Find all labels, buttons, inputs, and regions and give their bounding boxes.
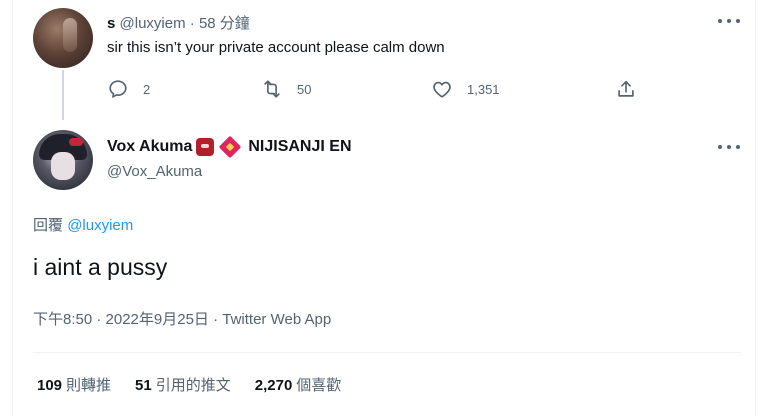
like-button[interactable]: 1,351 bbox=[431, 78, 500, 100]
tweet2-display-name[interactable]: Vox Akuma bbox=[107, 138, 192, 156]
thread-line bbox=[62, 70, 64, 120]
quotes-stat-count: 51 bbox=[135, 377, 152, 394]
avatar-vox-akuma[interactable] bbox=[33, 130, 93, 190]
tweet-panel bbox=[12, 0, 756, 416]
retweets-stat[interactable]: 109 則轉推 bbox=[37, 374, 111, 395]
tweet1-display-name[interactable]: s bbox=[107, 15, 115, 32]
share-icon bbox=[618, 80, 634, 97]
more-icon[interactable] bbox=[718, 142, 740, 152]
tweet2-author: Vox Akuma NIJISANJI EN bbox=[107, 135, 352, 159]
tweet1-time[interactable]: 58 分鐘 bbox=[199, 15, 250, 32]
reply-button[interactable]: 2 bbox=[107, 78, 150, 100]
retweets-stat-count: 109 bbox=[37, 377, 63, 394]
quotes-stat[interactable]: 51 引用的推文 bbox=[135, 374, 231, 395]
likes-stat-label: 個喜歡 bbox=[296, 377, 342, 394]
retweets-stat-label: 則轉推 bbox=[66, 377, 112, 394]
likes-stat-count: 2,270 bbox=[254, 377, 293, 394]
more-icon[interactable] bbox=[718, 16, 740, 26]
avatar-luxyiem[interactable] bbox=[33, 8, 93, 68]
avatar-detail bbox=[63, 18, 77, 52]
retweet-button[interactable]: 50 bbox=[261, 78, 311, 100]
reply-icon bbox=[109, 80, 127, 98]
share-button[interactable] bbox=[615, 78, 637, 100]
tweet1-actions: 2 50 1,351 bbox=[107, 78, 647, 102]
tweet2-stats: 109 則轉推 51 引用的推文 2,270 個喜歡 bbox=[37, 374, 341, 395]
red-envelope-emoji-icon bbox=[219, 135, 242, 159]
tweet1-header: s @luxyiem · 58 分鐘 bbox=[107, 12, 250, 33]
tweet2-handle[interactable]: @Vox_Akuma bbox=[107, 163, 202, 180]
reply-context: 回覆 @luxyiem bbox=[33, 214, 133, 235]
tweet2-affiliation[interactable]: NIJISANJI EN bbox=[248, 138, 351, 156]
quotes-stat-label: 引用的推文 bbox=[155, 377, 231, 394]
reply-prefix: 回覆 bbox=[33, 217, 64, 234]
tweet2-meta[interactable]: 下午8:50 · 2022年9月25日 · Twitter Web App bbox=[33, 308, 331, 329]
tweet1-handle[interactable]: @luxyiem bbox=[120, 15, 186, 32]
likes-stat[interactable]: 2,270 個喜歡 bbox=[255, 374, 342, 395]
avatar-detail bbox=[51, 152, 75, 180]
tweet2-text: i aint a pussy bbox=[33, 254, 168, 280]
tweet1-separator: · bbox=[189, 15, 195, 32]
demon-emoji-icon bbox=[196, 138, 215, 156]
retweet-icon bbox=[264, 80, 280, 98]
avatar-detail bbox=[69, 138, 83, 146]
reply-count: 2 bbox=[143, 81, 151, 97]
divider bbox=[33, 352, 741, 353]
reply-to-link[interactable]: @luxyiem bbox=[67, 217, 133, 234]
like-icon bbox=[433, 81, 451, 98]
like-count: 1,351 bbox=[467, 81, 500, 97]
retweet-count: 50 bbox=[297, 81, 312, 97]
tweet1-text: sir this isn’t your private account plea… bbox=[107, 39, 445, 56]
